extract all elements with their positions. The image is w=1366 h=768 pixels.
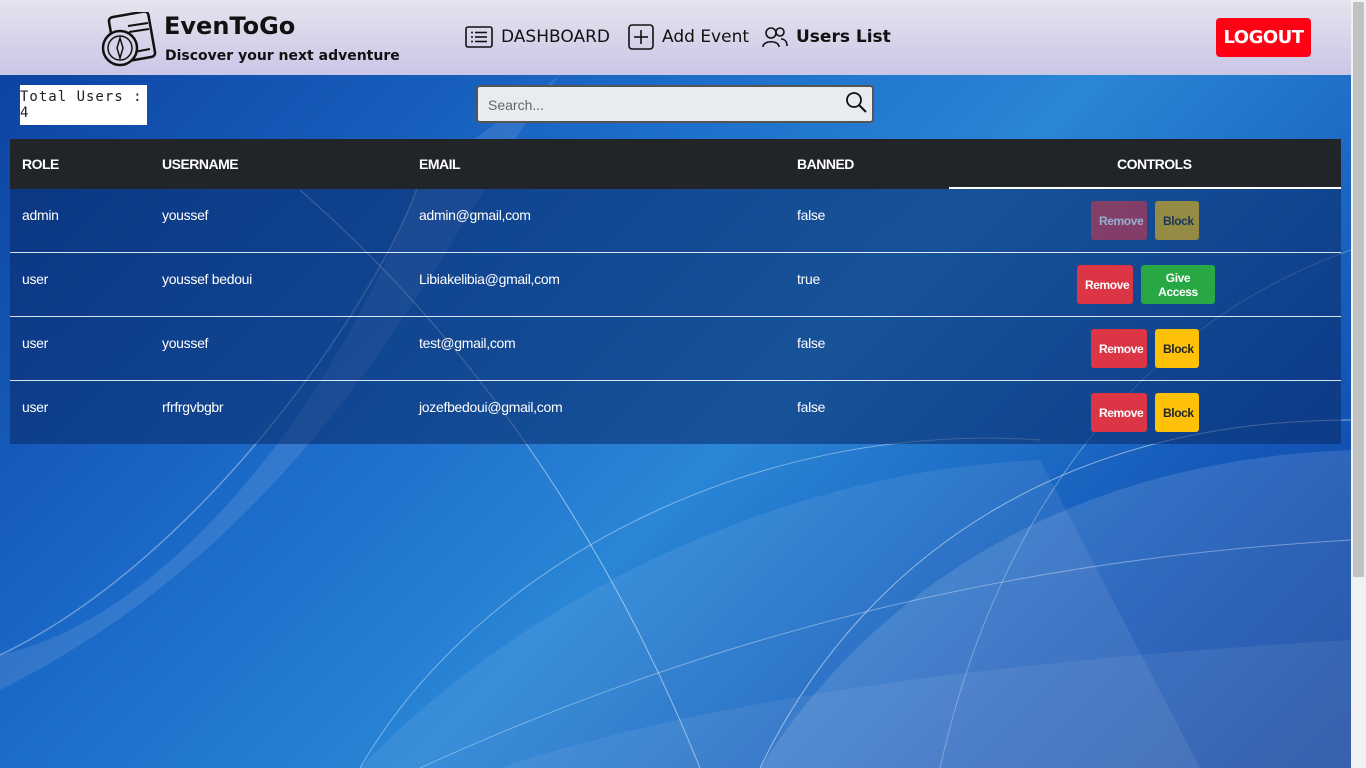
header-controls: CONTROLS xyxy=(1117,156,1192,172)
total-users-badge: Total Users : 4 xyxy=(20,85,147,125)
cell-email: jozefbedoui@gmail,com xyxy=(419,399,563,415)
block-button[interactable]: Block xyxy=(1155,329,1199,368)
table-row: user youssef bedoui Libiakelibia@gmail,c… xyxy=(10,253,1341,317)
users-table: ROLE USERNAME EMAIL BANNED CONTROLS admi… xyxy=(10,139,1341,444)
row-controls: Remove Block xyxy=(1091,393,1199,432)
cell-banned: false xyxy=(797,335,826,351)
nav-users-list[interactable]: Users List xyxy=(762,24,891,50)
cell-username: youssef xyxy=(162,207,209,223)
page-scrollbar[interactable] xyxy=(1351,0,1366,768)
remove-button[interactable]: Remove xyxy=(1091,393,1147,432)
block-button[interactable]: Block xyxy=(1155,201,1199,240)
brand-subtitle: Discover your next adventure xyxy=(165,48,400,64)
cell-username: rfrfrgvbgbr xyxy=(162,399,224,415)
brand-title[interactable]: EvenToGo xyxy=(164,12,295,40)
cell-banned: true xyxy=(797,271,820,287)
nav-add-event-label: Add Event xyxy=(662,27,750,47)
block-button[interactable]: Block xyxy=(1155,393,1199,432)
nav-dashboard-label: DASHBOARD xyxy=(501,27,610,47)
search-icon[interactable] xyxy=(844,90,868,114)
nav-dashboard[interactable]: DASHBOARD xyxy=(465,24,610,50)
table-header: ROLE USERNAME EMAIL BANNED CONTROLS xyxy=(10,139,1341,189)
search-input[interactable] xyxy=(488,95,828,115)
nav-add-event[interactable]: Add Event xyxy=(628,24,749,50)
cell-role: user xyxy=(22,335,49,351)
row-controls: Remove Give Access xyxy=(1077,265,1215,304)
plus-square-icon xyxy=(628,24,654,50)
row-controls: Remove Block xyxy=(1091,329,1199,368)
header-role: ROLE xyxy=(22,156,59,172)
header-email: EMAIL xyxy=(419,156,461,172)
cell-email: Libiakelibia@gmail,com xyxy=(419,271,560,287)
nav-users-list-label: Users List xyxy=(796,27,891,47)
table-row: user rfrfrgvbgbr jozefbedoui@gmail,com f… xyxy=(10,381,1341,444)
cell-role: user xyxy=(22,271,49,287)
cell-email: test@gmail,com xyxy=(419,335,516,351)
header-username: USERNAME xyxy=(162,156,239,172)
cell-banned: false xyxy=(797,207,826,223)
give-access-button[interactable]: Give Access xyxy=(1141,265,1215,304)
table-row: admin youssef admin@gmail,com false Remo… xyxy=(10,189,1341,253)
logout-button[interactable]: LOGOUT xyxy=(1216,18,1311,57)
search-box[interactable] xyxy=(476,85,874,123)
table-row: user youssef test@gmail,com false Remove… xyxy=(10,317,1341,381)
remove-button[interactable]: Remove xyxy=(1077,265,1133,304)
list-icon xyxy=(465,26,493,48)
cell-username: youssef bedoui xyxy=(162,271,252,287)
cell-role: user xyxy=(22,399,49,415)
cell-username: youssef xyxy=(162,335,209,351)
scrollbar-thumb[interactable] xyxy=(1353,2,1364,577)
compass-passport-logo-icon[interactable] xyxy=(98,10,158,68)
row-controls: Remove Block xyxy=(1091,201,1199,240)
remove-button[interactable]: Remove xyxy=(1091,201,1147,240)
users-icon xyxy=(762,27,788,48)
top-navbar: EvenToGo Discover your next adventure DA… xyxy=(0,0,1351,75)
cell-role: admin xyxy=(22,207,59,223)
remove-button[interactable]: Remove xyxy=(1091,329,1147,368)
cell-banned: false xyxy=(797,399,826,415)
cell-email: admin@gmail,com xyxy=(419,207,531,223)
header-banned: BANNED xyxy=(797,156,854,172)
